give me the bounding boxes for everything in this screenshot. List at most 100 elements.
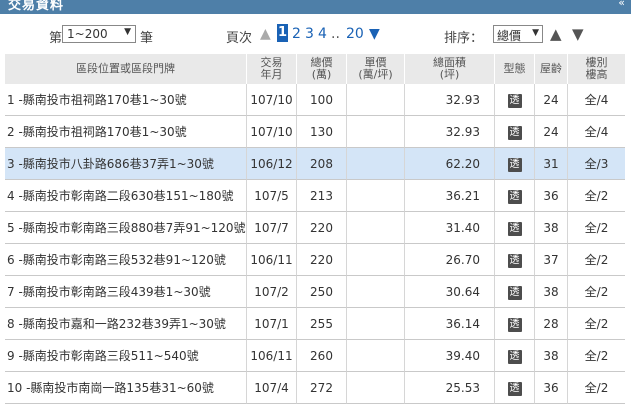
unit-price-cell [346,148,404,180]
area-cell: 26.70 [404,244,494,276]
sort-value: 總價 [497,29,522,43]
table-row[interactable]: 10 -縣南投市南崗一路135巷31~60號 107/4 272 25.53 透… [5,372,625,404]
price-cell: 130 [296,116,346,148]
table-row[interactable]: 9 -縣南投市彰南路三段511~540號 106/11 260 39.40 透 … [5,340,625,372]
date-cell: 106/11 [246,340,296,372]
sort-descending-icon[interactable]: ▼ [572,25,584,43]
address-cell: 3 -縣南投市八卦路686巷37弄1~30號 [5,148,246,180]
building-type-icon[interactable]: 透 [507,189,522,204]
floor-cell: 全/3 [567,148,625,180]
column-header[interactable]: 型態 [494,54,534,84]
price-cell: 250 [296,276,346,308]
age-cell: 38 [534,340,567,372]
unit-price-cell [346,276,404,308]
floor-cell: 全/4 [567,84,625,116]
price-cell: 260 [296,340,346,372]
building-type-icon[interactable]: 透 [507,285,522,300]
record-range-value: 1~200 [67,27,108,41]
column-header[interactable]: 屋齡 [534,54,567,84]
range-suffix-label: 筆 [140,31,154,46]
area-cell: 39.40 [404,340,494,372]
address-cell: 4 -縣南投市彰南路二段630巷151~180號 [5,180,246,212]
price-cell: 255 [296,308,346,340]
date-cell: 106/12 [246,148,296,180]
age-cell: 38 [534,276,567,308]
age-cell: 31 [534,148,567,180]
type-cell: 透 [494,340,534,372]
table-row[interactable]: 7 -縣南投市彰南路三段439巷1~30號 107/2 250 30.64 透 … [5,276,625,308]
page-link-2[interactable]: 2 [292,26,301,42]
unit-price-cell [346,180,404,212]
address-cell: 9 -縣南投市彰南路三段511~540號 [5,340,246,372]
column-header[interactable]: 區段位置或區段門牌 [5,54,246,84]
area-cell: 31.40 [404,212,494,244]
page-link-4[interactable]: 4 [318,26,327,42]
table-row[interactable]: 1 -縣南投市祖祠路170巷1~30號 107/10 100 32.93 透 2… [5,84,625,116]
page-label: 頁次 [226,31,253,46]
floor-cell: 全/2 [567,212,625,244]
floor-cell: 全/4 [567,116,625,148]
column-header[interactable]: 樓別 樓高 [567,54,625,84]
collapse-icon[interactable]: « [618,0,625,9]
record-range-select[interactable]: 1~200 ▼ [62,25,136,43]
table-row[interactable]: 5 -縣南投市彰南路三段880巷7弄91~120號 107/7 220 31.4… [5,212,625,244]
building-type-icon[interactable]: 透 [507,349,522,364]
address-cell: 1 -縣南投市祖祠路170巷1~30號 [5,84,246,116]
area-cell: 32.93 [404,84,494,116]
price-cell: 100 [296,84,346,116]
unit-price-cell [346,116,404,148]
age-cell: 38 [534,212,567,244]
table-row[interactable]: 2 -縣南投市祖祠路170巷1~30號 107/10 130 32.93 透 2… [5,116,625,148]
chevron-down-icon: ▼ [124,27,131,37]
address-cell: 2 -縣南投市祖祠路170巷1~30號 [5,116,246,148]
building-type-icon[interactable]: 透 [507,221,522,236]
table-row[interactable]: 8 -縣南投市嘉和一路232巷39弄1~30號 107/1 255 36.14 … [5,308,625,340]
sort-ascending-icon[interactable]: ▲ [550,25,562,43]
type-cell: 透 [494,148,534,180]
floor-cell: 全/2 [567,180,625,212]
area-cell: 25.53 [404,372,494,404]
price-cell: 272 [296,372,346,404]
age-cell: 36 [534,180,567,212]
building-type-icon[interactable]: 透 [507,125,522,140]
price-cell: 220 [296,244,346,276]
sort-select[interactable]: 總價 ▼ [493,25,543,43]
building-type-icon[interactable]: 透 [507,157,522,172]
unit-price-cell [346,244,404,276]
table-row[interactable]: 4 -縣南投市彰南路二段630巷151~180號 107/5 213 36.21… [5,180,625,212]
address-cell: 5 -縣南投市彰南路三段880巷7弄91~120號 [5,212,246,244]
chevron-down-icon: ▼ [532,28,539,38]
address-cell: 7 -縣南投市彰南路三段439巷1~30號 [5,276,246,308]
area-cell: 36.14 [404,308,494,340]
type-cell: 透 [494,180,534,212]
column-header[interactable]: 單價 (萬/坪) [346,54,404,84]
date-cell: 106/11 [246,244,296,276]
next-page-icon[interactable]: ▼ [369,26,380,42]
date-cell: 107/5 [246,180,296,212]
column-header[interactable]: 總面積 (坪) [404,54,494,84]
price-cell: 220 [296,212,346,244]
type-cell: 透 [494,244,534,276]
date-cell: 107/1 [246,308,296,340]
building-type-icon[interactable]: 透 [507,253,522,268]
table-row-selected[interactable]: 3 -縣南投市八卦路686巷37弄1~30號 106/12 208 62.20 … [5,148,625,180]
floor-cell: 全/2 [567,340,625,372]
page-ellipsis: .. [331,26,340,42]
table-row[interactable]: 6 -縣南投市彰南路三段532巷91~120號 106/11 220 26.70… [5,244,625,276]
type-cell: 透 [494,372,534,404]
unit-price-cell [346,212,404,244]
page-link-last[interactable]: 20 [346,26,364,42]
building-type-icon[interactable]: 透 [507,93,522,108]
floor-cell: 全/2 [567,308,625,340]
type-cell: 透 [494,212,534,244]
age-cell: 36 [534,372,567,404]
column-header[interactable]: 交易 年月 [246,54,296,84]
age-cell: 37 [534,244,567,276]
unit-price-cell [346,84,404,116]
building-type-icon[interactable]: 透 [507,317,522,332]
page-link-3[interactable]: 3 [305,26,314,42]
building-type-icon[interactable]: 透 [507,381,522,396]
current-page: 1 [277,24,288,42]
column-header[interactable]: 總價 (萬) [296,54,346,84]
floor-cell: 全/2 [567,276,625,308]
